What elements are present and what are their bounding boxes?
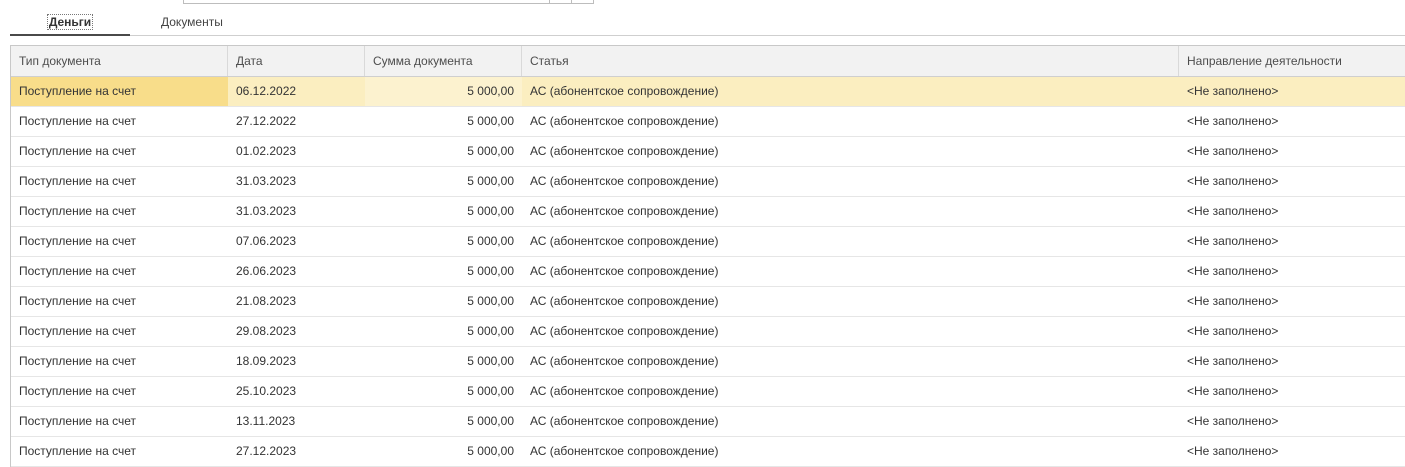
cell-doc-type[interactable]: Поступление на счет [11, 317, 228, 346]
cell-item[interactable]: АС (абонентское сопровождение) [522, 377, 1179, 406]
cell-activity[interactable]: <Не заполнено> [1179, 137, 1405, 166]
cell-activity[interactable]: <Не заполнено> [1179, 287, 1405, 316]
cell-amount[interactable]: 5 000,00 [365, 377, 522, 406]
cell-date[interactable]: 13.11.2023 [228, 407, 365, 436]
cell-item[interactable]: АС (абонентское сопровождение) [522, 107, 1179, 136]
cell-activity[interactable]: <Не заполнено> [1179, 437, 1405, 466]
table-row[interactable]: Поступление на счет 31.03.2023 5 000,00 АС … [11, 197, 1405, 227]
cell-activity[interactable]: <Не заполнено> [1179, 347, 1405, 376]
cell-date[interactable]: 27.12.2023 [228, 437, 365, 466]
tab-bar: Деньги Документы [10, 12, 1405, 36]
cell-date[interactable]: 06.12.2022 [228, 77, 365, 106]
column-header-date[interactable]: Дата [228, 46, 365, 76]
column-header-doc-type[interactable]: Тип документа [11, 46, 228, 76]
table-body: Поступление на счет 06.12.2022 5 000,00 АС … [11, 77, 1405, 467]
table-row[interactable]: Поступление на счет 27.12.2023 5 000,00 АС … [11, 437, 1405, 467]
column-header-item[interactable]: Статья [522, 46, 1179, 76]
cell-amount[interactable]: 5 000,00 [365, 197, 522, 226]
cell-amount[interactable]: 5 000,00 [365, 407, 522, 436]
cell-activity[interactable]: <Не заполнено> [1179, 167, 1405, 196]
table-row[interactable]: Поступление на счет 21.08.2023 5 000,00 АС … [11, 287, 1405, 317]
cell-amount[interactable]: 5 000,00 [365, 227, 522, 256]
cell-item[interactable]: АС (абонентское сопровождение) [522, 167, 1179, 196]
cell-amount[interactable]: 5 000,00 [365, 257, 522, 286]
cell-doc-type[interactable]: Поступление на счет [11, 197, 228, 226]
cell-doc-type[interactable]: Поступление на счет [11, 347, 228, 376]
cell-amount[interactable]: 5 000,00 [365, 137, 522, 166]
cell-doc-type[interactable]: Поступление на счет [11, 227, 228, 256]
cell-doc-type[interactable]: Поступление на счет [11, 137, 228, 166]
cell-item[interactable]: АС (абонентское сопровождение) [522, 77, 1179, 106]
column-header-activity[interactable]: Направление деятельности [1179, 46, 1405, 76]
cell-date[interactable]: 26.06.2023 [228, 257, 365, 286]
table-row[interactable]: Поступление на счет 27.12.2022 5 000,00 АС … [11, 107, 1405, 137]
cell-date[interactable]: 29.08.2023 [228, 317, 365, 346]
cell-amount[interactable]: 5 000,00 [365, 347, 522, 376]
cell-amount[interactable]: 5 000,00 [365, 77, 522, 106]
search-buttons[interactable] [549, 0, 594, 4]
button-separator [571, 0, 572, 3]
cell-date[interactable]: 07.06.2023 [228, 227, 365, 256]
table-row[interactable]: Поступление на счет 13.11.2023 5 000,00 АС … [11, 407, 1405, 437]
table-row[interactable]: Поступление на счет 07.06.2023 5 000,00 АС … [11, 227, 1405, 257]
cell-amount[interactable]: 5 000,00 [365, 107, 522, 136]
cell-activity[interactable]: <Не заполнено> [1179, 197, 1405, 226]
column-header-amount[interactable]: Сумма документа [365, 46, 522, 76]
tab-documents[interactable]: Документы [161, 12, 241, 34]
cell-date[interactable]: 25.10.2023 [228, 377, 365, 406]
documents-table[interactable]: Тип документа Дата Сумма документа Стать… [10, 45, 1405, 467]
cell-activity[interactable]: <Не заполнено> [1179, 317, 1405, 346]
cell-item[interactable]: АС (абонентское сопровождение) [522, 317, 1179, 346]
cell-doc-type[interactable]: Поступление на счет [11, 77, 228, 106]
table-row[interactable]: Поступление на счет 01.02.2023 5 000,00 АС … [11, 137, 1405, 167]
cell-activity[interactable]: <Не заполнено> [1179, 227, 1405, 256]
cell-item[interactable]: АС (абонентское сопровождение) [522, 137, 1179, 166]
cell-date[interactable]: 18.09.2023 [228, 347, 365, 376]
cell-item[interactable]: АС (абонентское сопровождение) [522, 257, 1179, 286]
cell-date[interactable]: 31.03.2023 [228, 167, 365, 196]
cell-doc-type[interactable]: Поступление на счет [11, 377, 228, 406]
cell-activity[interactable]: <Не заполнено> [1179, 257, 1405, 286]
cell-item[interactable]: АС (абонентское сопровождение) [522, 287, 1179, 316]
cell-doc-type[interactable]: Поступление на счет [11, 257, 228, 286]
table-row[interactable]: Поступление на счет 06.12.2022 5 000,00 АС … [11, 77, 1405, 107]
cell-activity[interactable]: <Не заполнено> [1179, 407, 1405, 436]
tab-money[interactable]: Деньги [10, 12, 130, 36]
cell-amount[interactable]: 5 000,00 [365, 317, 522, 346]
cell-activity[interactable]: <Не заполнено> [1179, 377, 1405, 406]
cell-doc-type[interactable]: Поступление на счет [11, 167, 228, 196]
cell-amount[interactable]: 5 000,00 [365, 287, 522, 316]
cell-item[interactable]: АС (абонентское сопровождение) [522, 437, 1179, 466]
cell-date[interactable]: 31.03.2023 [228, 197, 365, 226]
cell-doc-type[interactable]: Поступление на счет [11, 287, 228, 316]
table-row[interactable]: Поступление на счет 25.10.2023 5 000,00 АС … [11, 377, 1405, 407]
cell-amount[interactable]: 5 000,00 [365, 437, 522, 466]
cell-doc-type[interactable]: Поступление на счет [11, 407, 228, 436]
cell-activity[interactable]: <Не заполнено> [1179, 77, 1405, 106]
cell-date[interactable]: 27.12.2022 [228, 107, 365, 136]
cell-item[interactable]: АС (абонентское сопровождение) [522, 197, 1179, 226]
cell-date[interactable]: 01.02.2023 [228, 137, 365, 166]
cell-amount[interactable]: 5 000,00 [365, 167, 522, 196]
tab-documents-label: Документы [161, 15, 223, 29]
table-row[interactable]: Поступление на счет 26.06.2023 5 000,00 АС … [11, 257, 1405, 287]
tab-money-label: Деньги [46, 14, 94, 30]
cell-item[interactable]: АС (абонентское сопровождение) [522, 407, 1179, 436]
cell-date[interactable]: 21.08.2023 [228, 287, 365, 316]
cell-doc-type[interactable]: Поступление на счет [11, 107, 228, 136]
table-row[interactable]: Поступление на счет 18.09.2023 5 000,00 АС … [11, 347, 1405, 377]
search-input[interactable] [183, 0, 551, 4]
cell-item[interactable]: АС (абонентское сопровождение) [522, 227, 1179, 256]
cell-item[interactable]: АС (абонентское сопровождение) [522, 347, 1179, 376]
cell-activity[interactable]: <Не заполнено> [1179, 107, 1405, 136]
cell-doc-type[interactable]: Поступление на счет [11, 437, 228, 466]
table-row[interactable]: Поступление на счет 29.08.2023 5 000,00 АС … [11, 317, 1405, 347]
table-row[interactable]: Поступление на счет 31.03.2023 5 000,00 АС … [11, 167, 1405, 197]
table-header: Тип документа Дата Сумма документа Стать… [11, 46, 1405, 77]
